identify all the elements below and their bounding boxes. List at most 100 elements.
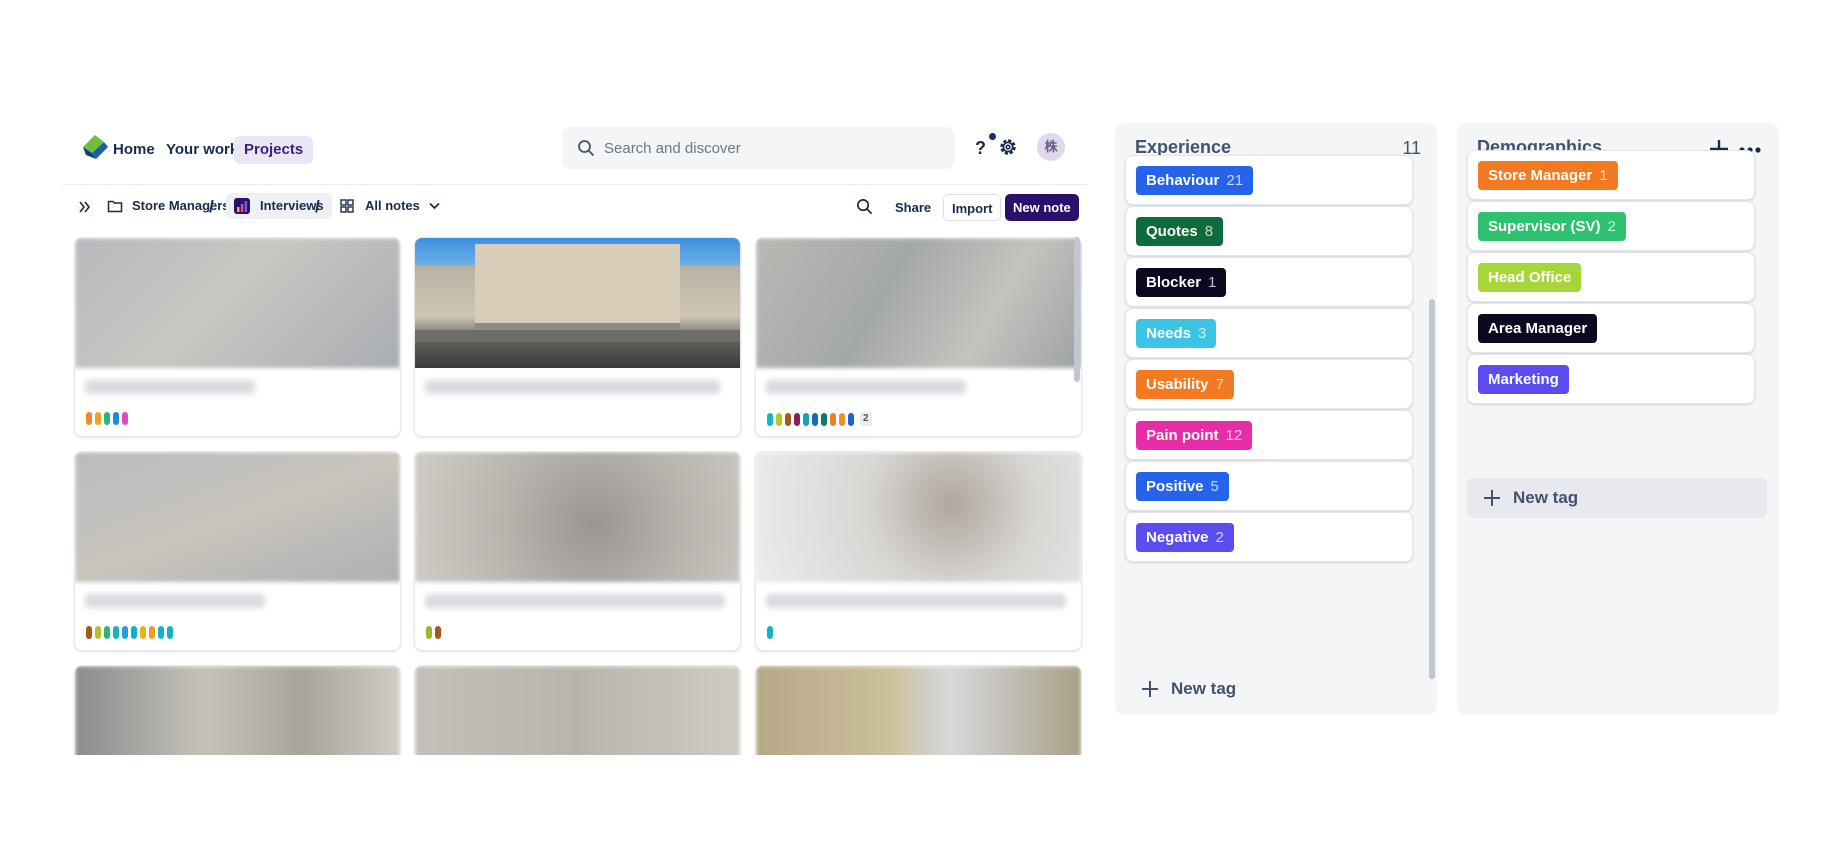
- note-card[interactable]: [74, 451, 401, 651]
- expand-sidebar-icon[interactable]: [78, 201, 92, 213]
- gear-icon[interactable]: [998, 137, 1018, 157]
- tag-chip[interactable]: Pain point 12: [1136, 421, 1253, 450]
- tag-pill: [803, 412, 809, 426]
- tag-pill: [167, 626, 173, 639]
- tag-label: Positive: [1146, 478, 1204, 495]
- tag-pill: [113, 412, 119, 425]
- tag-label: Head Office: [1488, 269, 1572, 286]
- tag-count: 8: [1204, 223, 1214, 240]
- tag-pill: [104, 626, 110, 639]
- view-selector[interactable]: All notes: [365, 193, 420, 219]
- tag-chip[interactable]: Store Manager 1: [1478, 161, 1618, 190]
- new-tag-button[interactable]: New tag: [1467, 478, 1767, 518]
- tag-card[interactable]: Pain point 12: [1125, 410, 1413, 460]
- tag-card[interactable]: Blocker 1: [1125, 257, 1413, 307]
- tag-chip[interactable]: Behaviour 21: [1136, 166, 1254, 195]
- tag-pill: [131, 626, 137, 639]
- tag-card[interactable]: Behaviour 21: [1125, 155, 1413, 205]
- note-thumbnail: [75, 238, 400, 368]
- tag-pill: [426, 626, 432, 639]
- help-icon[interactable]: ?: [975, 138, 986, 159]
- tag-card[interactable]: Store Manager 1: [1467, 150, 1755, 200]
- tag-label: Marketing: [1488, 371, 1559, 388]
- notes-grid: 2: [62, 237, 1087, 755]
- tag-pills: [426, 626, 441, 639]
- tag-pill: [435, 626, 441, 639]
- note-title-blurred: [766, 594, 1066, 608]
- tag-pill: [122, 412, 128, 425]
- import-button[interactable]: Import: [943, 194, 1002, 221]
- tag-pill: [122, 626, 128, 639]
- search-input[interactable]: Search and discover: [562, 127, 955, 169]
- tag-card[interactable]: Positive 5: [1125, 461, 1413, 511]
- note-card[interactable]: [74, 665, 401, 755]
- tag-pill: [95, 626, 101, 639]
- tag-count: 2: [1215, 529, 1224, 546]
- notification-dot: [989, 133, 996, 140]
- note-thumbnail: [756, 452, 1081, 582]
- breadcrumb-folder[interactable]: Store Managers: [132, 193, 230, 219]
- note-thumbnail: [75, 666, 400, 755]
- tag-chip[interactable]: Marketing: [1478, 365, 1569, 394]
- tag-card[interactable]: Needs 3: [1125, 308, 1413, 358]
- avatar[interactable]: 株: [1037, 133, 1065, 161]
- tag-pill: [848, 412, 854, 426]
- search-notes-icon[interactable]: [856, 198, 873, 215]
- tag-list-scrollbar[interactable]: [1429, 299, 1435, 679]
- tag-label: Area Manager: [1488, 320, 1588, 337]
- folder-icon: [107, 200, 123, 213]
- note-thumbnail: [415, 238, 740, 368]
- note-title-blurred: [85, 380, 255, 394]
- tag-pill: [785, 412, 791, 426]
- tag-chip[interactable]: Blocker 1: [1136, 268, 1227, 297]
- tag-pill: [158, 626, 164, 639]
- note-thumbnail: [756, 238, 1081, 368]
- tag-chip[interactable]: Positive 5: [1136, 472, 1229, 501]
- new-note-button[interactable]: New note: [1005, 194, 1079, 221]
- notes-scrollbar[interactable]: [1074, 237, 1080, 382]
- tag-chip[interactable]: Usability 7: [1136, 370, 1234, 399]
- note-title-blurred: [766, 380, 966, 394]
- tag-label: Quotes: [1146, 223, 1198, 240]
- breadcrumb-separator: /: [209, 197, 214, 216]
- note-card[interactable]: [74, 237, 401, 437]
- tag-chip[interactable]: Supervisor (SV) 2: [1478, 212, 1626, 241]
- tag-pill: [776, 412, 782, 426]
- tag-label: Blocker: [1146, 274, 1202, 291]
- share-button[interactable]: Share: [887, 194, 939, 221]
- tag-label: Negative: [1146, 529, 1209, 546]
- chevron-down-icon[interactable]: [429, 202, 440, 210]
- tag-chip[interactable]: Needs 3: [1136, 319, 1217, 348]
- note-card[interactable]: [755, 665, 1082, 755]
- tag-count: 3: [1198, 325, 1207, 342]
- tag-card[interactable]: Marketing: [1467, 354, 1755, 404]
- tag-group-demographics: Demographics Store Manager 1 Supervisor (S…: [1457, 123, 1779, 715]
- tag-pills: [86, 626, 173, 639]
- tag-chip[interactable]: Area Manager: [1478, 314, 1598, 343]
- tag-count: 21: [1226, 172, 1244, 189]
- note-thumbnail: [756, 666, 1081, 755]
- tag-chip[interactable]: Negative 2: [1136, 523, 1234, 552]
- note-card[interactable]: [414, 451, 741, 651]
- note-card[interactable]: [414, 665, 741, 755]
- tag-card[interactable]: Negative 2: [1125, 512, 1413, 562]
- tag-chip[interactable]: Quotes 8: [1136, 217, 1224, 246]
- breadcrumb-separator: /: [315, 197, 320, 216]
- note-title-blurred: [425, 594, 725, 608]
- tag-card[interactable]: Head Office: [1467, 252, 1755, 302]
- new-tag-button[interactable]: New tag: [1125, 669, 1425, 709]
- canopy-shape: [415, 330, 740, 342]
- tag-card[interactable]: Usability 7: [1125, 359, 1413, 409]
- note-card[interactable]: 2: [755, 237, 1082, 437]
- plus-icon: [1484, 490, 1500, 506]
- nav-projects[interactable]: Projects: [234, 136, 314, 164]
- tag-pill: [794, 412, 800, 426]
- tag-card[interactable]: Supervisor (SV) 2: [1467, 201, 1755, 251]
- tag-card[interactable]: Quotes 8: [1125, 206, 1413, 256]
- chart-icon: [234, 198, 250, 214]
- note-card[interactable]: [755, 451, 1082, 651]
- tag-pills: [767, 626, 773, 639]
- tag-card[interactable]: Area Manager: [1467, 303, 1755, 353]
- tag-chip[interactable]: Head Office: [1478, 263, 1582, 292]
- note-card[interactable]: [414, 237, 741, 437]
